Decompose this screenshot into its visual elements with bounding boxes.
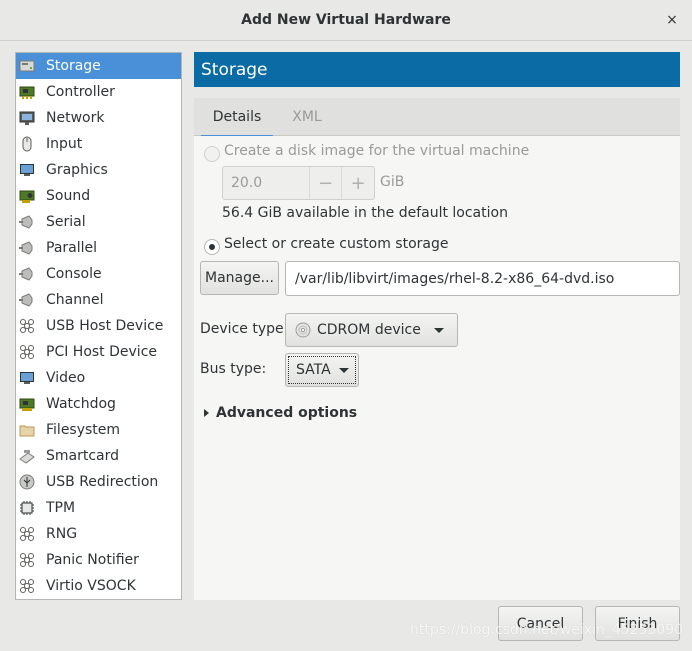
bus-type-label: Bus type: — [200, 361, 267, 377]
device-type-combo[interactable]: CDROM device — [285, 313, 458, 347]
console-plug-icon — [19, 266, 35, 282]
sound-card-icon — [19, 188, 35, 204]
watchdog-icon — [19, 396, 35, 412]
sidebar-item-label: Video — [46, 370, 86, 386]
network-icon — [19, 110, 35, 126]
custom-storage-radio[interactable] — [204, 239, 220, 255]
video-monitor-icon — [19, 370, 35, 386]
bus-type-value: SATA — [296, 362, 331, 378]
tab-bar: Details XML — [194, 98, 680, 137]
sidebar-item-watchdog[interactable]: Watchdog — [16, 391, 181, 417]
sidebar-item-console[interactable]: Console — [16, 261, 181, 287]
title-bar: Add New Virtual Hardware × — [0, 0, 692, 41]
cdrom-icon — [295, 322, 311, 338]
sidebar-item-label: Filesystem — [46, 422, 121, 438]
sidebar-item-label: Sound — [46, 188, 91, 204]
sidebar-item-channel[interactable]: Channel — [16, 287, 181, 313]
smartcard-icon — [19, 448, 35, 464]
sidebar-item-graphics[interactable]: Graphics — [16, 157, 181, 183]
sidebar-item-network[interactable]: Network — [16, 105, 181, 131]
decrement-button[interactable]: − — [308, 167, 342, 199]
sidebar-item-label: Network — [46, 110, 105, 126]
sidebar-item-virtio-vsock[interactable]: Virtio VSOCK — [16, 573, 181, 599]
sidebar-item-label: Panic Notifier — [46, 552, 139, 568]
sidebar-item-tpm[interactable]: TPM — [16, 495, 181, 521]
sidebar-item-label: Console — [46, 266, 102, 282]
chevron-right-icon — [204, 409, 209, 417]
tpm-chip-icon — [19, 500, 35, 516]
panic-notifier-icon — [19, 552, 35, 568]
details-panel: Create a disk image for the virtual mach… — [194, 136, 680, 600]
pci-host-icon — [19, 344, 35, 360]
sidebar-item-label: Watchdog — [46, 396, 116, 412]
create-disk-label: Create a disk image for the virtual mach… — [224, 143, 530, 159]
sidebar-item-video[interactable]: Video — [16, 365, 181, 391]
usb-redirection-icon — [19, 474, 35, 490]
sidebar-item-label: Serial — [46, 214, 86, 230]
bus-type-combo[interactable]: SATA — [285, 353, 359, 387]
advanced-options-label: Advanced options — [216, 405, 358, 421]
main-pane: Storage Details XML Create a disk image … — [194, 52, 680, 600]
sidebar-item-label: PCI Host Device — [46, 344, 158, 360]
sidebar-item-storage[interactable]: Storage — [16, 53, 181, 79]
storage-icon — [19, 58, 35, 74]
window-title: Add New Virtual Hardware — [241, 12, 451, 28]
hardware-type-list[interactable]: Storage Controller Network Input Graphics Sou… — [15, 52, 182, 600]
sidebar-item-rng[interactable]: RNG — [16, 521, 181, 547]
monitor-icon — [19, 162, 35, 178]
close-icon[interactable]: × — [664, 12, 680, 28]
sidebar-item-label: Storage — [46, 58, 101, 74]
chevron-down-icon — [434, 327, 444, 333]
mouse-icon — [19, 136, 35, 152]
vsock-icon — [19, 578, 35, 594]
disk-size-value[interactable]: 20.0 — [223, 167, 309, 199]
parallel-plug-icon — [19, 240, 35, 256]
tab-xml[interactable]: XML — [282, 98, 332, 136]
custom-storage-label: Select or create custom storage — [224, 236, 449, 252]
sidebar-item-smartcard[interactable]: Smartcard — [16, 443, 181, 469]
sidebar-item-input[interactable]: Input — [16, 131, 181, 157]
sidebar-item-label: Smartcard — [46, 448, 120, 464]
increment-button[interactable]: + — [341, 167, 374, 199]
sidebar-item-label: RNG — [46, 526, 78, 542]
usb-host-icon — [19, 318, 35, 334]
sidebar-item-label: Parallel — [46, 240, 98, 256]
sidebar-item-label: Input — [46, 136, 83, 152]
sidebar-item-label: TPM — [46, 500, 76, 516]
sidebar-item-usb-host-device[interactable]: USB Host Device — [16, 313, 181, 339]
rng-icon — [19, 526, 35, 542]
controller-icon — [19, 84, 35, 100]
sidebar-item-panic-notifier[interactable]: Panic Notifier — [16, 547, 181, 573]
page-title: Storage — [194, 52, 680, 87]
manage-button[interactable]: Manage... — [200, 261, 279, 295]
disk-size-stepper[interactable]: 20.0 − + — [222, 166, 375, 200]
tab-details[interactable]: Details — [201, 98, 273, 137]
create-disk-radio[interactable] — [204, 146, 220, 162]
sidebar-item-label: USB Host Device — [46, 318, 164, 334]
device-type-value: CDROM device — [317, 322, 421, 338]
storage-path-input[interactable]: /var/lib/libvirt/images/rhel-8.2-x86_64-… — [285, 261, 680, 296]
sidebar-item-controller[interactable]: Controller — [16, 79, 181, 105]
sidebar-item-serial[interactable]: Serial — [16, 209, 181, 235]
sidebar-item-label: Channel — [46, 292, 104, 308]
sidebar-item-usb-redirection[interactable]: USB Redirection — [16, 469, 181, 495]
watermark-text: https://blog.csdn.net/weixin_45253090 — [410, 622, 684, 638]
serial-plug-icon — [19, 214, 35, 230]
chevron-down-icon — [338, 367, 349, 373]
device-type-label: Device type: — [200, 321, 289, 337]
advanced-options-expander[interactable]: Advanced options — [204, 405, 357, 421]
sidebar-item-label: Controller — [46, 84, 115, 100]
sidebar-item-label: Graphics — [46, 162, 108, 178]
folder-icon — [19, 422, 35, 438]
size-unit: GiB — [380, 174, 405, 190]
sidebar-item-parallel[interactable]: Parallel — [16, 235, 181, 261]
channel-plug-icon — [19, 292, 35, 308]
available-space-text: 56.4 GiB available in the default locati… — [222, 205, 508, 221]
sidebar-item-filesystem[interactable]: Filesystem — [16, 417, 181, 443]
sidebar-item-pci-host-device[interactable]: PCI Host Device — [16, 339, 181, 365]
sidebar-item-label: USB Redirection — [46, 474, 159, 490]
sidebar-item-sound[interactable]: Sound — [16, 183, 181, 209]
sidebar-item-label: Virtio VSOCK — [46, 578, 136, 594]
